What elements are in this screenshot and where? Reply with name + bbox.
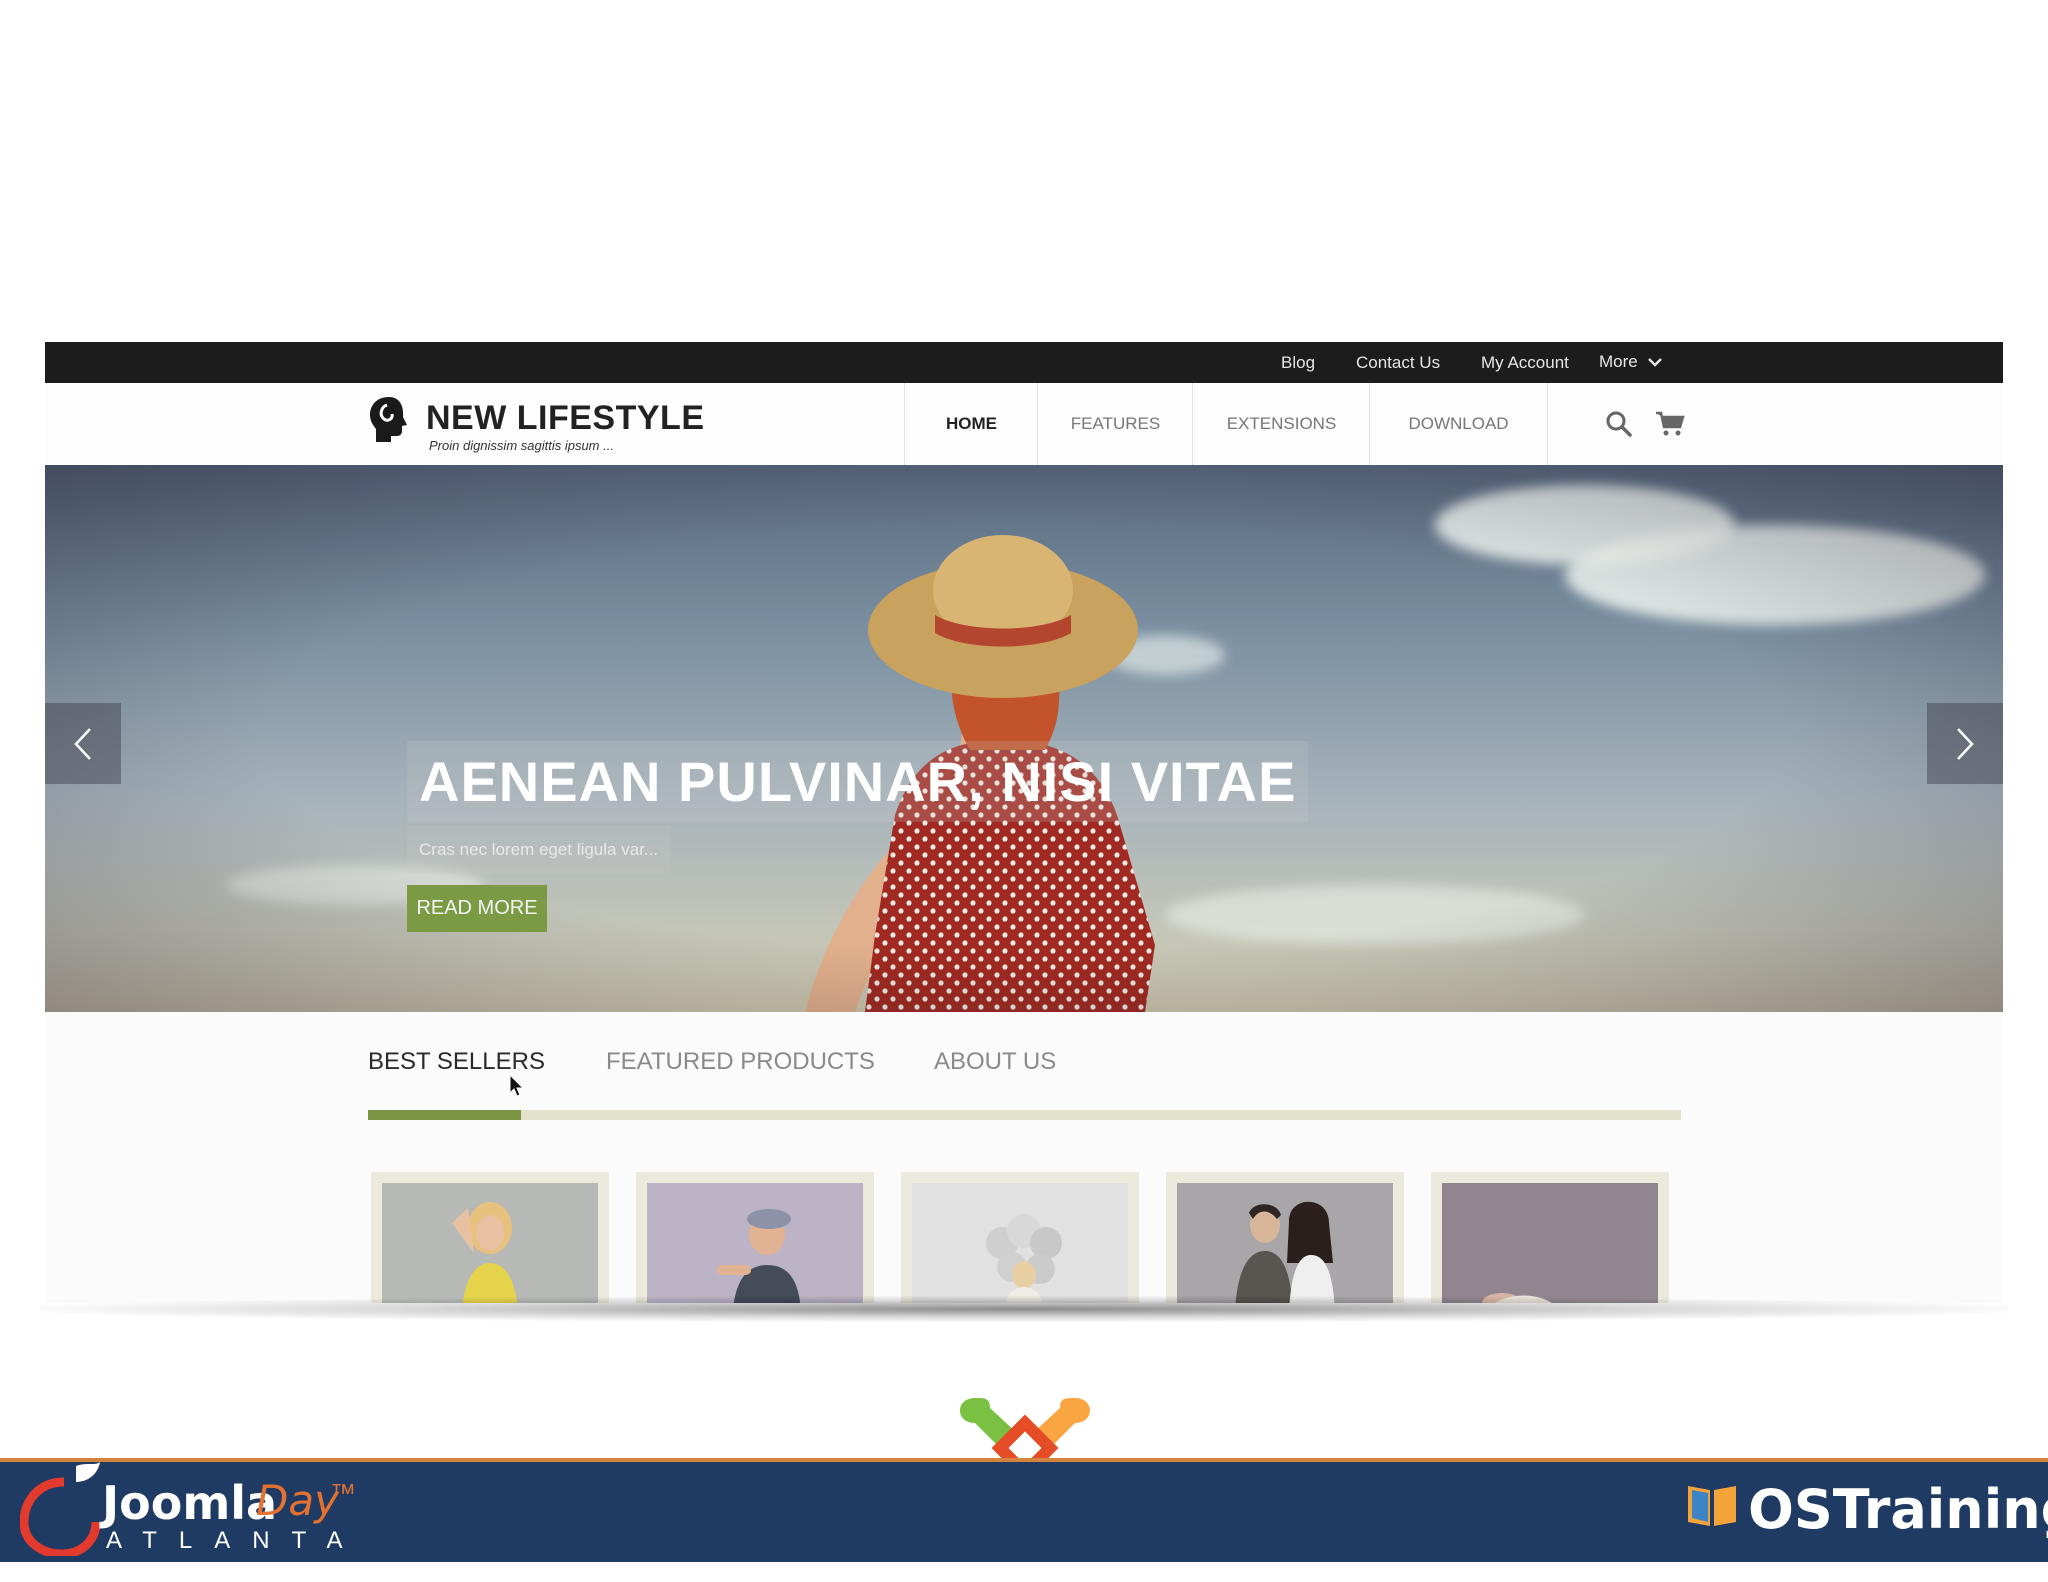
topbar-link-my-account[interactable]: My Account — [1481, 353, 1569, 373]
nav-extensions[interactable]: EXTENSIONS — [1192, 383, 1370, 465]
slider-prev-button[interactable] — [45, 703, 121, 784]
site-header: NEW LIFESTYLE Proin dignissim sagittis i… — [45, 383, 2003, 465]
book-icon — [1688, 1486, 1736, 1526]
chevron-right-icon — [1957, 727, 1974, 760]
tab-indicator-active — [368, 1110, 521, 1120]
website-preview: Blog Contact Us My Account More NEW LIFE… — [45, 342, 2003, 1303]
product-card[interactable] — [1431, 1172, 1669, 1303]
topbar-link-contact-us[interactable]: Contact Us — [1356, 353, 1440, 373]
preview-shadow — [40, 1296, 2008, 1322]
product-card[interactable] — [901, 1172, 1139, 1303]
slider-next-button[interactable] — [1927, 703, 2003, 784]
slide-title: AENEAN PULVINAR, NISI VITAE — [407, 741, 1309, 822]
tab-indicator-track — [368, 1110, 1681, 1120]
nav-home[interactable]: HOME — [904, 383, 1038, 465]
couple-photo-icon — [1177, 1183, 1393, 1303]
product-tabs-section: BEST SELLERS FEATURED PRODUCTS ABOUT US — [45, 1012, 2003, 1303]
joomladay-swirl-icon — [20, 1462, 101, 1556]
read-more-button[interactable]: READ MORE — [407, 885, 547, 932]
hero-vignette — [45, 465, 2003, 1012]
joomladay-brand-accent: Day — [256, 1476, 339, 1525]
tab-featured-products[interactable]: FEATURED PRODUCTS — [606, 1048, 875, 1076]
joomladay-brand-tm: ™ — [330, 1478, 356, 1508]
product-card[interactable] — [1166, 1172, 1404, 1303]
topbar-link-blog[interactable]: Blog — [1281, 353, 1315, 373]
mouse-cursor-icon — [509, 1074, 525, 1097]
nav-features[interactable]: FEATURES — [1037, 383, 1193, 465]
tab-about-us[interactable]: ABOUT US — [934, 1048, 1056, 1076]
more-label: More — [1599, 352, 1638, 371]
joomladay-brand-city: ATLANTA — [106, 1527, 365, 1554]
logo-head-icon[interactable] — [367, 395, 411, 445]
product-card[interactable] — [371, 1172, 609, 1303]
hero-slider: AENEAN PULVINAR, NISI VITAE Cras nec lor… — [45, 465, 2003, 1012]
product-card[interactable] — [636, 1172, 874, 1303]
top-utility-bar: Blog Contact Us My Account More — [45, 342, 2003, 383]
site-tagline: Proin dignissim sagittis ipsum ... — [429, 438, 614, 453]
site-title[interactable]: NEW LIFESTYLE — [426, 399, 705, 438]
search-icon[interactable] — [1605, 410, 1633, 438]
ostraining-brand: OSTraining — [1748, 1478, 2048, 1541]
joomladay-brand-main: Joomla — [102, 1476, 278, 1530]
shopping-cart-icon[interactable] — [1655, 410, 1685, 438]
more-dropdown[interactable]: More — [1599, 352, 1662, 372]
reclining-figure-photo-icon — [1442, 1183, 1658, 1303]
woman-with-balloons-photo-icon — [912, 1183, 1128, 1303]
chevron-down-icon — [1647, 358, 1662, 367]
chevron-left-icon — [74, 727, 91, 760]
slide-subtitle: Cras nec lorem eget ligula var... — [407, 826, 671, 874]
boy-with-cap-photo-icon — [647, 1183, 863, 1303]
tab-best-sellers[interactable]: BEST SELLERS — [368, 1048, 545, 1076]
woman-yellow-top-photo-icon — [382, 1183, 598, 1303]
nav-download[interactable]: DOWNLOAD — [1369, 383, 1548, 465]
